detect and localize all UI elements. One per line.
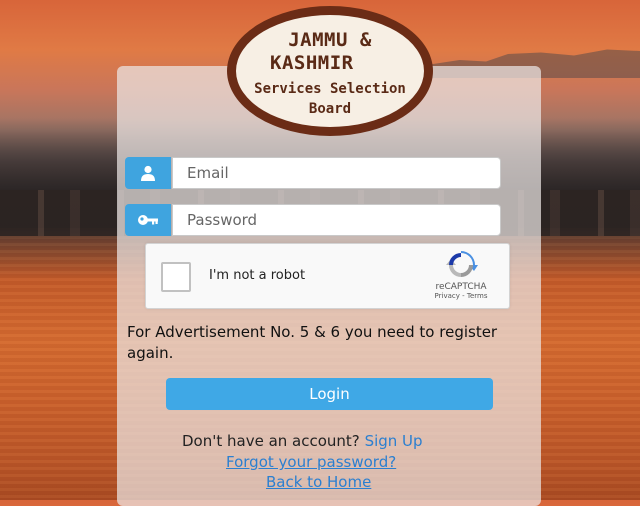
registration-notice: For Advertisement No. 5 & 6 you need to … xyxy=(127,323,498,362)
recaptcha-checkbox[interactable] xyxy=(161,262,191,292)
password-field-group xyxy=(125,204,501,236)
email-field-group xyxy=(125,157,501,189)
password-input[interactable] xyxy=(172,204,501,236)
logo-line-2: KASHMIR xyxy=(270,52,354,74)
email-input[interactable] xyxy=(172,157,501,189)
logo-line-1: JAMMU & xyxy=(288,29,372,51)
password-addon xyxy=(125,204,171,236)
recaptcha-label: I'm not a robot xyxy=(209,268,306,283)
recaptcha-logo: reCAPTCHA Privacy - Terms xyxy=(423,250,499,300)
back-to-home-link[interactable]: Back to Home xyxy=(266,473,371,491)
email-addon xyxy=(125,157,171,189)
user-icon xyxy=(141,165,155,181)
login-button[interactable]: Login xyxy=(166,378,493,410)
signup-link[interactable]: Sign Up xyxy=(365,432,423,450)
jkssb-logo: JAMMU & KASHMIR Services Selection Board xyxy=(227,6,433,136)
recaptcha-icon xyxy=(446,251,478,277)
logo-line-4: Board xyxy=(308,101,352,117)
logo-line-3: Services Selection xyxy=(254,81,406,97)
signup-line: Don't have an account? Sign Up xyxy=(182,432,423,450)
key-icon xyxy=(138,215,158,225)
recaptcha-widget: I'm not a robot reCAPTCHA Privacy - Term… xyxy=(145,243,510,309)
recaptcha-privacy-terms[interactable]: Privacy - Terms xyxy=(423,292,499,300)
forgot-password-link[interactable]: Forgot your password? xyxy=(226,453,396,471)
signup-prompt: Don't have an account? xyxy=(182,432,360,450)
recaptcha-brand: reCAPTCHA xyxy=(435,282,487,292)
